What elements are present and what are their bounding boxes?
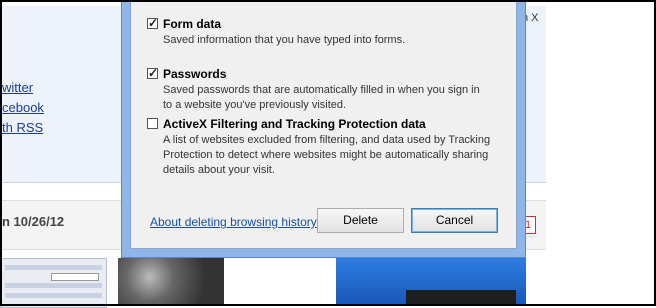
dialog-content: Form data Saved information that you hav… — [130, 0, 517, 249]
delete-browsing-history-dialog: Form data Saved information that you hav… — [121, 0, 526, 258]
cancel-button[interactable]: Cancel — [411, 208, 498, 233]
rss-link[interactable]: th RSS — [2, 120, 43, 135]
twitter-link[interactable]: witter — [2, 80, 33, 95]
about-deleting-history-link[interactable]: About deleting browsing history — [150, 215, 317, 229]
option-title: Passwords — [163, 67, 227, 81]
option-description: A list of websites excluded from filteri… — [163, 134, 491, 176]
option-description: Saved information that you have typed in… — [163, 34, 406, 46]
thumbnail-desktop-screenshot[interactable] — [336, 258, 526, 306]
delete-button[interactable]: Delete — [317, 208, 404, 233]
thumbnail-photo[interactable] — [118, 258, 224, 306]
passwords-checkbox[interactable] — [147, 66, 158, 80]
facebook-link[interactable]: cebook — [2, 100, 44, 115]
post-date: n 10/26/12 — [2, 214, 65, 229]
option-title: ActiveX Filtering and Tracking Protectio… — [163, 117, 426, 131]
option-title: Form data — [163, 17, 222, 31]
thumbnail-browser-screenshot[interactable] — [0, 258, 107, 308]
option-description: Saved passwords that are automatically f… — [163, 84, 480, 111]
form-data-checkbox[interactable] — [147, 16, 158, 30]
activex-tracking-checkbox[interactable] — [147, 118, 158, 129]
